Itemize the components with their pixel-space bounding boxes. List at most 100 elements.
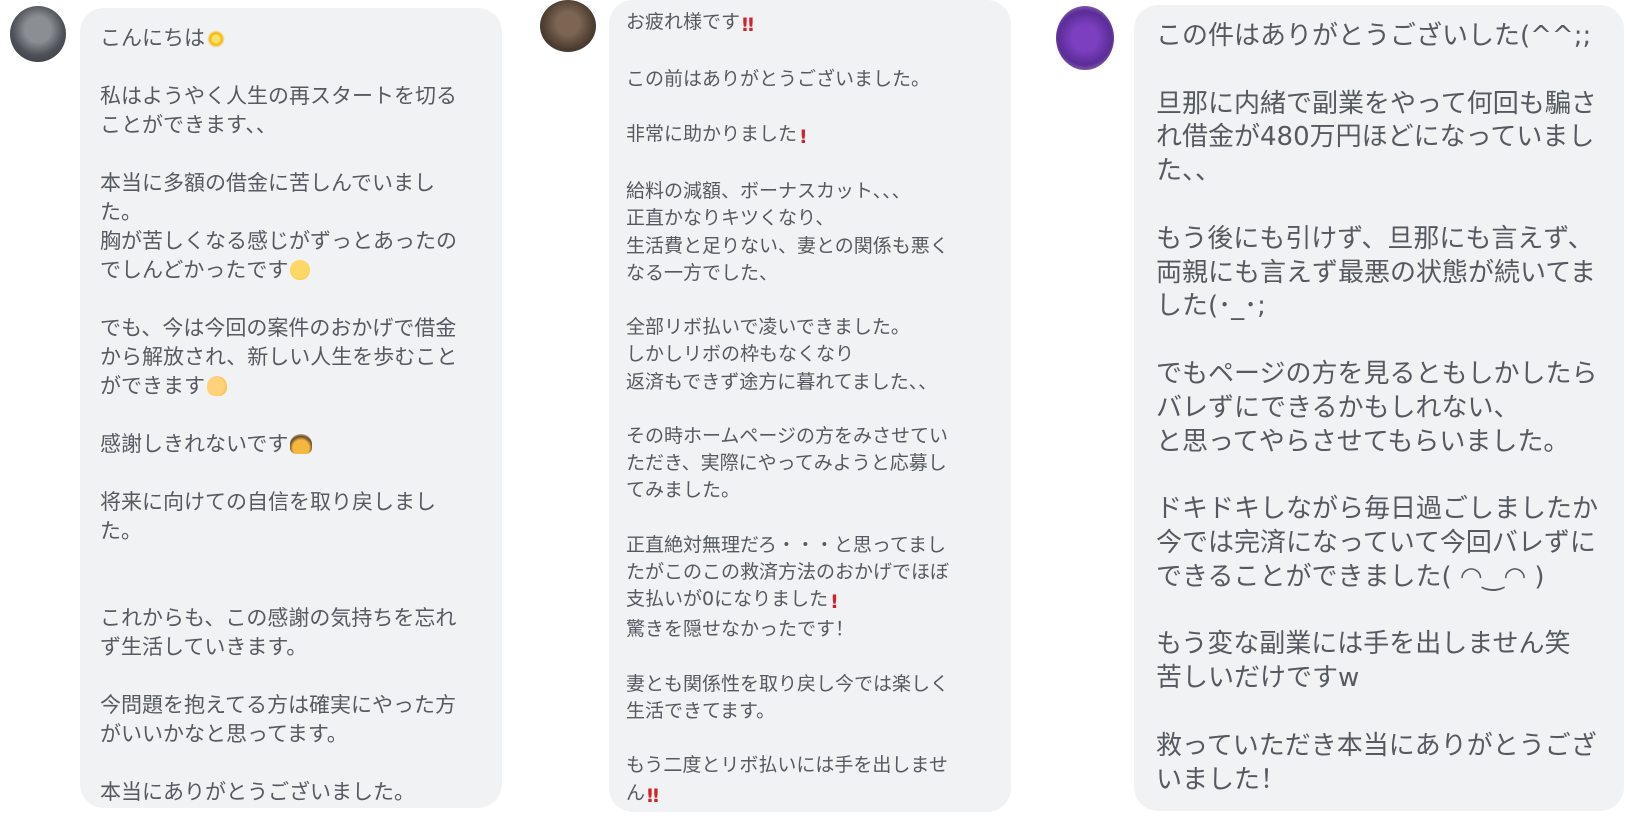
message-line <box>100 749 482 778</box>
message-line: 支払いが0になりました! <box>626 586 994 616</box>
double-exclamation-icon: ‼ <box>742 14 754 36</box>
message-text: でも、今は今回の案件のおかげで借金 <box>100 316 457 340</box>
message-line: バレずにできるかもしれない、 <box>1156 392 1602 426</box>
message-bubble: この件はありがとうございした(^^;; 旦那に内緒で副業をやって何回も騙さ れ借金… <box>1134 5 1624 811</box>
message-line: その時ホームページの方をみさせてい <box>626 423 994 450</box>
message-text: 支払いが0になりました <box>626 588 829 611</box>
bowing-person-icon <box>290 434 313 454</box>
message-line <box>626 396 994 423</box>
message-line: もう後にも引けず、旦那にも言えず、 <box>1156 223 1602 257</box>
exclamation-icon: ! <box>830 591 839 614</box>
message-line <box>626 505 994 532</box>
message-line <box>626 644 994 671</box>
exclamation-icon: ! <box>799 125 808 148</box>
message-line: 両親にも言えず最悪の状態が続いてま <box>1156 257 1602 291</box>
message-text: お疲れ様です <box>626 11 741 33</box>
ok-hand-icon <box>207 376 227 396</box>
message-line: 将来に向けての自信を取り戻しまし <box>100 488 482 517</box>
message-line: でもページの方を見るともしかしたら <box>1156 358 1602 392</box>
double-exclamation-icon: ‼ <box>647 784 659 807</box>
message-text: 返済もできず途方に暮れてました、、 <box>626 370 938 393</box>
message-text: 両親にも言えず最悪の状態が続いてま <box>1156 257 1596 288</box>
message-line: たがこのこの救済方法のおかげでほぼ <box>626 559 994 586</box>
message-line: お疲れ様です ‼ <box>626 9 994 39</box>
message-line: 返済もできず途方に暮れてました、、 <box>626 369 994 396</box>
message-line: いました！ <box>1156 764 1602 798</box>
message-line: ドキドキしながら毎日過ごしましたか <box>1156 493 1602 527</box>
avatar[interactable] <box>10 6 66 62</box>
message-line: と思ってやらさせてもらいました。 <box>1156 426 1602 460</box>
message-text: てみました。 <box>626 479 741 502</box>
message-line: 救っていただき本当にありがとうござ <box>1156 730 1602 764</box>
message-line <box>100 285 482 314</box>
message-line: 正直かなりキツくなり、 <box>626 205 994 232</box>
teary-face-icon <box>290 260 311 280</box>
message-line: た。 <box>100 198 482 227</box>
message-text: 今では完済になっていて今回バレずに <box>1156 527 1596 558</box>
message-line: 本当に多額の借金に苦しんでいまし <box>100 169 482 198</box>
message-line: 妻とも関係性を取り戻し今では楽しく <box>626 671 994 698</box>
avatar[interactable] <box>1056 6 1114 70</box>
message-line: できることができました( ◠‿◠ ) <box>1156 561 1602 595</box>
message-text: この件はありがとうございした(^^;; <box>1156 21 1592 51</box>
message-line: これからも、この感謝の気持ちを忘れ <box>100 604 482 633</box>
message-line: 今では完済になっていて今回バレずに <box>1156 527 1602 561</box>
message-text: 苦しいだけですw <box>1156 663 1360 694</box>
message-line <box>1156 189 1602 223</box>
message-line <box>626 39 994 66</box>
message-text: れ借金が480万円ほどになっていまし <box>1156 122 1595 153</box>
message-line <box>100 53 482 82</box>
message-line: 驚きを隠せなかったです！ <box>626 616 994 643</box>
message-line <box>100 401 482 430</box>
message-text: 正直絶対無理だろ・・・と思ってまし <box>626 533 946 556</box>
message-line: でも、今は今回の案件のおかげで借金 <box>100 314 482 343</box>
message-line <box>626 725 994 752</box>
message-line: 全部リボ払いで凌いできました。 <box>626 314 994 341</box>
message-line: がいいかなと思ってます。 <box>100 720 482 749</box>
message-text: た。 <box>100 200 142 224</box>
avatar[interactable] <box>540 0 596 52</box>
message-line: 生活費と足りない、妻との関係も悪く <box>626 233 994 260</box>
message-line: 生活できてます。 <box>626 698 994 725</box>
message-text: 給料の減額、ボーナスカット、、、 <box>626 180 911 203</box>
message-line: この件はありがとうございした(^^;; <box>1156 20 1602 54</box>
message-text: これからも、この感謝の気持ちを忘れ <box>100 606 457 630</box>
message-text: 感謝しきれないです <box>100 432 289 456</box>
message-line: ん ‼ <box>626 780 994 810</box>
message-line <box>1156 54 1602 88</box>
message-line: ことができます、、 <box>100 111 482 140</box>
message-text: ができます <box>100 374 205 398</box>
message-line <box>100 459 482 488</box>
message-line <box>100 575 482 604</box>
message-text: もう後にも引けず、旦那にも言えず、 <box>1156 223 1594 254</box>
message-text: もう二度とリボ払いには手を出しませ <box>626 754 948 777</box>
message-line: 私はようやく人生の再スタートを切る <box>100 82 482 111</box>
message-line: ただき、実際にやってみようと応募し <box>626 450 994 477</box>
message-line: もう変な副業には手を出しません笑 <box>1156 628 1602 662</box>
message-line <box>100 662 482 691</box>
message-line <box>626 151 994 178</box>
message-line: ず生活していきます。 <box>100 633 482 662</box>
message-text: 正直かなりキツくなり、 <box>626 207 835 230</box>
message-line: 今問題を抱えてる方は確実にやった方 <box>100 691 482 720</box>
message-line <box>626 287 994 314</box>
message-text: た。 <box>100 519 142 543</box>
message-text: から解放され、新しい人生を歩むこと <box>100 345 458 369</box>
message-text: ただき、実際にやってみようと応募し <box>626 452 947 475</box>
message-line: た。 <box>100 517 482 546</box>
message-text: ず生活していきます。 <box>100 635 308 659</box>
message-line: 胸が苦しくなる感じがずっとあったの <box>100 227 482 256</box>
message-text: しかしリボの枠もなくなり <box>626 343 855 366</box>
message-text: た、、 <box>1156 156 1222 187</box>
message-line <box>1156 459 1602 493</box>
message-text: たがこのこの救済方法のおかげでほぼ <box>626 561 950 584</box>
message-line: てみました。 <box>626 477 994 504</box>
message-line: た、、 <box>1156 155 1602 189</box>
message-text: もう変な副業には手を出しません笑 <box>1156 629 1571 660</box>
message-text: その時ホームページの方をみさせてい <box>626 425 949 448</box>
message-bubble: お疲れ様です ‼ この前はありがとうございました。 非常に助かりました! 給料の減… <box>609 0 1011 812</box>
message-text: がいいかなと思ってます。 <box>100 722 348 746</box>
message-line: した(･_･; <box>1156 290 1602 324</box>
message-text: できることができました( ◠‿◠ ) <box>1156 561 1545 592</box>
message-line: しかしリボの枠もなくなり <box>626 341 994 368</box>
